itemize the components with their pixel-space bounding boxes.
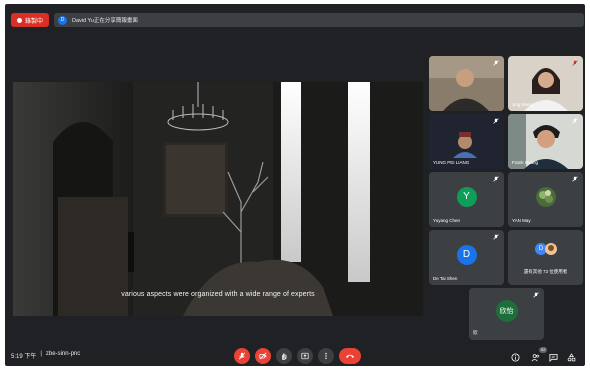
participant-tile[interactable]: Y Yuyang Chen (429, 172, 504, 227)
recording-indicator: 錄製中 (11, 13, 50, 27)
present-icon (301, 352, 309, 360)
participant-name: Yuyang Chen (433, 218, 461, 223)
participant-avatar: Y (456, 186, 477, 207)
participant-name: De Tai Shen (433, 276, 458, 281)
participant-tile[interactable]: YUNG PEI LIANG (429, 114, 504, 169)
people-button[interactable] (530, 352, 540, 362)
meeting-separator: | (40, 351, 42, 357)
mic-off-icon (572, 118, 578, 124)
participant-name: Frank Huang (512, 160, 539, 165)
more-options-icon (325, 352, 327, 360)
mic-off-icon (238, 352, 246, 360)
participant-name: YAN May (512, 218, 531, 223)
others-label: 還有其他 73 位使用者 (523, 269, 568, 274)
mic-off-icon (493, 234, 499, 240)
mic-off-icon (572, 176, 578, 182)
info-icon (510, 352, 520, 362)
recording-label: 錄製中 (25, 18, 44, 25)
present-button[interactable] (297, 348, 313, 364)
participant-avatar-photo (535, 186, 556, 207)
mic-off-icon (572, 60, 578, 66)
meeting-code[interactable]: zbe-sinn-pnc (46, 351, 80, 360)
presenter-banner-text: David Yu正在分享簡報畫面 (72, 18, 138, 24)
participant-tile[interactable]: Jing Wang (508, 56, 583, 111)
meeting-info: 5:19 下午 | zbe-sinn-pnc (11, 351, 80, 360)
mic-off-icon (493, 60, 499, 66)
recording-dot-icon (17, 17, 22, 23)
participant-name: YUNG PEI LIANG (433, 160, 470, 165)
others-avatar-photo (545, 243, 557, 255)
mic-off-icon (533, 292, 539, 298)
participant-avatar: D (456, 244, 477, 265)
participant-tile[interactable]: Frank Huang (508, 114, 583, 169)
presentation-stage: various aspects were organized with a wi… (13, 82, 423, 316)
more-options-button[interactable] (318, 348, 334, 364)
mic-toggle-button[interactable] (234, 348, 250, 364)
participant-name: Jing Wang (512, 102, 534, 107)
meeting-time: 5:19 下午 (11, 354, 37, 360)
participant-tile[interactable]: 欣怡 欣 (469, 288, 544, 340)
chat-icon (548, 353, 558, 362)
activities-button[interactable] (566, 352, 576, 362)
meet-window: 錄製中 D David Yu正在分享簡報畫面 various aspects w… (5, 4, 585, 366)
participant-name: 欣 (473, 330, 478, 335)
raise-hand-button[interactable] (276, 348, 292, 364)
presentation-image (13, 82, 423, 316)
camera-off-icon (259, 352, 267, 360)
participant-avatar: 欣怡 (495, 300, 518, 323)
people-count-badge: 52 (539, 347, 548, 353)
presenter-avatar: D (58, 15, 67, 25)
raise-hand-icon (282, 353, 287, 360)
participant-tile[interactable]: YAN May (508, 172, 583, 227)
presentation-caption: various aspects were organized with a wi… (121, 291, 315, 298)
hang-up-icon (346, 354, 354, 358)
presenter-banner: D David Yu正在分享簡報畫面 (54, 13, 584, 27)
mic-off-icon (493, 176, 499, 182)
camera-toggle-button[interactable] (255, 348, 271, 364)
leave-call-button[interactable] (339, 348, 361, 364)
others-tile[interactable]: D 還有其他 73 位使用者 (508, 230, 583, 285)
chat-button[interactable] (548, 352, 558, 362)
participant-tile[interactable]: D De Tai Shen (429, 230, 504, 285)
meeting-details-button[interactable] (510, 352, 520, 362)
mic-off-icon (493, 118, 499, 124)
people-icon (531, 353, 539, 361)
top-bar: 錄製中 (11, 13, 50, 27)
activities-icon (567, 352, 575, 361)
participant-tile[interactable] (429, 56, 504, 111)
